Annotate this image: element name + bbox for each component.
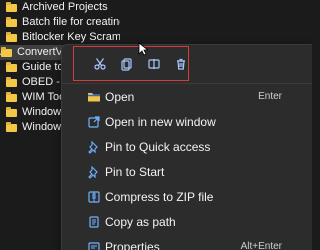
zip-icon [87, 190, 101, 204]
folder-icon [6, 61, 17, 72]
menu-item-properties[interactable]: Properties Alt+Enter [62, 235, 312, 250]
menu-label: Pin to Start [105, 165, 165, 179]
copy-button[interactable] [118, 55, 136, 73]
folder-icon [6, 121, 17, 132]
rename-button[interactable] [145, 55, 163, 73]
pin-start-icon [87, 165, 101, 179]
open-icon [87, 90, 101, 104]
file-label: Archived Projects [22, 1, 108, 13]
menu-divider [62, 83, 312, 84]
file-label: Bitlocker Key Scrambler [22, 31, 120, 43]
menu-item-compress-zip[interactable]: Compress to ZIP file [62, 185, 312, 210]
menu-item-open[interactable]: Open Enter [62, 85, 312, 110]
new-window-icon [87, 115, 101, 129]
list-item[interactable]: Archived Projects [0, 0, 120, 15]
menu-item-pin-start[interactable]: Pin to Start [62, 160, 312, 185]
menu-label: Compress to ZIP file [105, 190, 214, 204]
menu-label: Pin to Quick access [105, 140, 211, 154]
menu-item-open-new-window[interactable]: Open in new window [62, 110, 312, 135]
copy-icon [121, 58, 132, 71]
delete-icon [177, 58, 185, 70]
folder-icon [6, 106, 17, 117]
menu-item-copy-path[interactable]: Copy as path [62, 210, 312, 235]
list-item[interactable]: Bitlocker Key Scrambler [0, 30, 120, 45]
context-toolbar [73, 46, 189, 81]
copy-path-icon [87, 215, 101, 229]
menu-label: Open in new window [105, 115, 216, 129]
folder-icon [6, 1, 17, 12]
menu-label: Open [105, 90, 135, 104]
list-item[interactable]: Batch file for creating Win boot disk [0, 15, 120, 30]
menu-item-pin-quick-access[interactable]: Pin to Quick access [62, 135, 312, 160]
folder-icon [6, 31, 17, 42]
pin-icon [87, 140, 101, 154]
cut-icon [94, 58, 106, 70]
folder-icon [1, 46, 12, 57]
mouse-cursor-icon [138, 42, 148, 56]
folder-icon [6, 76, 17, 87]
delete-button[interactable] [172, 55, 190, 73]
menu-label: Properties [105, 240, 160, 250]
file-explorer-screen: Archived Projects Batch file for creatin… [0, 0, 312, 250]
menu-shortcut: Enter [258, 91, 282, 102]
folder-icon [6, 91, 17, 102]
properties-icon [87, 240, 101, 250]
folder-icon [6, 16, 17, 27]
menu-shortcut: Alt+Enter [240, 241, 282, 250]
context-menu: Open Enter Open in new window Pin to Qui… [61, 44, 312, 250]
file-label: Batch file for creating Win boot disk [22, 16, 120, 28]
rename-icon [148, 59, 160, 69]
menu-label: Copy as path [105, 215, 176, 229]
cut-button[interactable] [91, 55, 109, 73]
